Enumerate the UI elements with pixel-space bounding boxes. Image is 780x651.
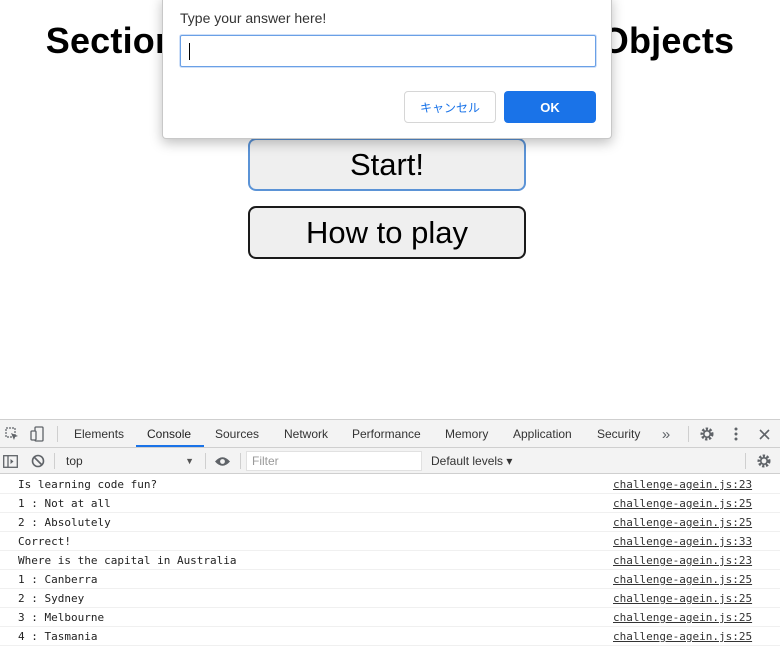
eye-icon[interactable] bbox=[213, 452, 231, 470]
log-message: Is learning code fun? bbox=[18, 478, 158, 491]
tab-application[interactable]: Application bbox=[513, 420, 572, 448]
gear-icon[interactable] bbox=[698, 425, 716, 443]
toolbar-divider bbox=[205, 453, 206, 469]
clear-console-icon[interactable] bbox=[29, 452, 47, 470]
start-button[interactable]: Start! bbox=[248, 138, 526, 191]
console-log-row: 4 : Tasmania challenge-agein.js:25 bbox=[0, 627, 780, 646]
tab-network[interactable]: Network bbox=[284, 420, 328, 448]
console-log-row: 1 : Not at all challenge-agein.js:25 bbox=[0, 494, 780, 513]
toolbar-divider bbox=[57, 426, 58, 442]
log-message: 4 : Tasmania bbox=[18, 630, 98, 643]
log-message: 1 : Canberra bbox=[18, 573, 98, 586]
toolbar-divider bbox=[745, 453, 746, 469]
console-log-row: Where is the capital in Australia challen… bbox=[0, 551, 780, 570]
log-message: Where is the capital in Australia bbox=[18, 554, 237, 567]
device-toolbar-icon[interactable] bbox=[28, 425, 46, 443]
close-icon[interactable] bbox=[755, 425, 773, 443]
toolbar-divider bbox=[240, 453, 241, 469]
console-log-row: Correct! challenge-agein.js:33 bbox=[0, 532, 780, 551]
log-source-link[interactable]: challenge-agein.js:25 bbox=[613, 608, 752, 627]
chevron-double-right-icon[interactable]: » bbox=[657, 425, 675, 443]
tab-security[interactable]: Security bbox=[597, 420, 640, 448]
log-source-link[interactable]: challenge-agein.js:23 bbox=[613, 551, 752, 570]
console-log-row: 2 : Absolutely challenge-agein.js:25 bbox=[0, 513, 780, 532]
inspect-element-icon[interactable] bbox=[3, 425, 21, 443]
tab-sources[interactable]: Sources bbox=[215, 420, 259, 448]
toolbar-divider bbox=[688, 426, 689, 442]
log-levels-dropdown[interactable]: Default levels ▾ bbox=[431, 451, 512, 471]
cancel-button[interactable]: キャンセル bbox=[404, 91, 496, 123]
log-message: 3 : Melbourne bbox=[18, 611, 105, 624]
log-source-link[interactable]: challenge-agein.js:33 bbox=[613, 532, 752, 551]
prompt-dialog: Type your answer here! キャンセル OK bbox=[162, 0, 612, 139]
tab-memory[interactable]: Memory bbox=[445, 420, 488, 448]
context-value: top bbox=[66, 454, 83, 468]
text-caret bbox=[189, 43, 190, 60]
filter-input[interactable]: Filter bbox=[246, 451, 422, 471]
how-to-play-button[interactable]: How to play bbox=[248, 206, 526, 259]
console-log-row: 2 : Sydney challenge-agein.js:25 bbox=[0, 589, 780, 608]
log-message: Correct! bbox=[18, 535, 71, 548]
log-source-link[interactable]: challenge-agein.js:25 bbox=[613, 627, 752, 646]
log-source-link[interactable]: challenge-agein.js:25 bbox=[613, 513, 752, 532]
tab-performance[interactable]: Performance bbox=[352, 420, 421, 448]
tab-elements[interactable]: Elements bbox=[74, 420, 124, 448]
tab-console[interactable]: Console bbox=[147, 420, 191, 448]
sidebar-toggle-icon[interactable] bbox=[1, 452, 19, 470]
log-message: 2 : Absolutely bbox=[18, 516, 111, 529]
log-source-link[interactable]: challenge-agein.js:25 bbox=[613, 494, 752, 513]
dropdown-arrow-icon: ▼ bbox=[185, 456, 194, 466]
console-toolbar: top ▼ Filter Default levels ▾ bbox=[0, 448, 780, 474]
console-output: Is learning code fun? challenge-agein.js:… bbox=[0, 475, 780, 651]
devtools-tabbar: Elements Console Sources Network Perform… bbox=[0, 420, 780, 448]
log-message: 2 : Sydney bbox=[18, 592, 85, 605]
prompt-message: Type your answer here! bbox=[180, 10, 327, 26]
log-source-link[interactable]: challenge-agein.js:23 bbox=[613, 475, 752, 494]
log-source-link[interactable]: challenge-agein.js:25 bbox=[613, 570, 752, 589]
console-log-row: 3 : Melbourne challenge-agein.js:25 bbox=[0, 608, 780, 627]
devtools-panel: Elements Console Sources Network Perform… bbox=[0, 419, 780, 651]
log-source-link[interactable]: challenge-agein.js:25 bbox=[613, 589, 752, 608]
prompt-input[interactable] bbox=[180, 35, 596, 67]
active-tab-indicator bbox=[136, 445, 204, 447]
context-select[interactable]: top ▼ bbox=[60, 451, 200, 471]
console-log-row: Is learning code fun? challenge-agein.js:… bbox=[0, 475, 780, 494]
toolbar-divider bbox=[54, 453, 55, 469]
console-log-row: 1 : Canberra challenge-agein.js:25 bbox=[0, 570, 780, 589]
ok-button[interactable]: OK bbox=[504, 91, 596, 123]
page: Section 5 Challenge Arrays and Objects S… bbox=[0, 0, 780, 651]
console-settings-gear-icon[interactable] bbox=[755, 452, 773, 470]
kebab-menu-icon[interactable] bbox=[727, 425, 745, 443]
log-message: 1 : Not at all bbox=[18, 497, 111, 510]
